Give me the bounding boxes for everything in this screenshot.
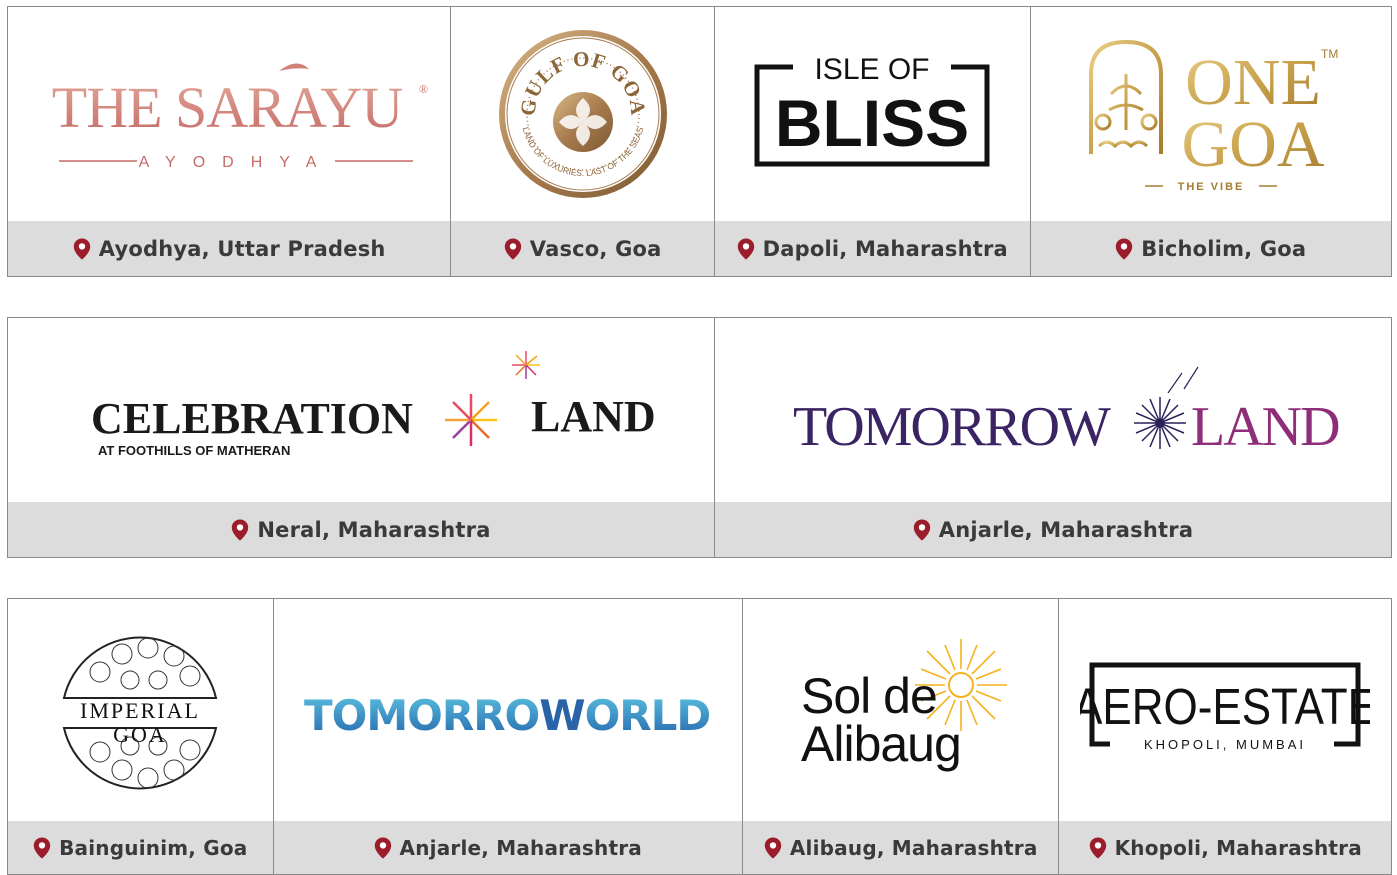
location-pin-icon — [737, 238, 755, 260]
logo-tomorrow-land: TOMORROW LAND — [715, 318, 1391, 502]
project-card-one-goa[interactable]: ONE TM GOA THE VIBE Bicholim, Goa — [1030, 7, 1392, 276]
location-label: Vasco, Goa — [529, 236, 662, 261]
project-row-2: CELEBRATION LAND AT FOOTHILLS OF MATHERA… — [7, 317, 1392, 558]
svg-text:®: ® — [419, 82, 428, 96]
svg-text:THE VIBE: THE VIBE — [1177, 181, 1244, 193]
svg-text:KHOPOLI, MUMBAI: KHOPOLI, MUMBAI — [1144, 737, 1306, 752]
logo-imperial-goa: IMPERIAL GOA — [8, 599, 273, 821]
svg-text:Alibaug: Alibaug — [801, 716, 961, 772]
svg-text:BLISS: BLISS — [775, 86, 969, 160]
logo-the-sarayu: THE SARAYU ® AYODHYA — [8, 7, 450, 221]
project-card-tomorroworld[interactable]: TOMORROWORLD Anjarle, Maharashtra — [273, 599, 743, 874]
location-label: Bainguinim, Goa — [59, 835, 248, 860]
svg-text:GOA: GOA — [113, 722, 167, 747]
project-card-the-sarayu[interactable]: THE SARAYU ® AYODHYA Ayodhya, Uttar Prad… — [8, 7, 452, 276]
location-label: Anjarle, Maharashtra — [399, 835, 642, 860]
logo-celebration-land: CELEBRATION LAND AT FOOTHILLS OF MATHERA… — [8, 318, 714, 502]
svg-text:LAND: LAND — [1191, 396, 1339, 458]
location-bar: Anjarle, Maharashtra — [273, 821, 742, 874]
logo-tomorroworld: TOMORROWORLD — [274, 599, 742, 821]
logo-gulf-of-goa: GULF OF GOA LAND OF LUXURIES. LAST OF TH… — [451, 7, 714, 221]
location-label: Alibaug, Maharashtra — [789, 835, 1038, 860]
location-pin-icon — [374, 837, 392, 859]
project-card-gulf-of-goa[interactable]: GULF OF GOA LAND OF LUXURIES. LAST OF TH… — [451, 7, 715, 276]
location-pin-icon — [764, 837, 782, 859]
svg-text:TOMORROW: TOMORROW — [793, 396, 1111, 458]
location-label: Ayodhya, Uttar Pradesh — [98, 236, 386, 261]
location-pin-icon — [504, 238, 522, 260]
project-row-3: IMPERIAL GOA Bainguinim, Goa TOMORROWORL… — [7, 598, 1392, 875]
location-bar: Vasco, Goa — [451, 221, 714, 276]
location-bar: Neral, Maharashtra — [8, 502, 714, 557]
logo-aero-estate: AERO-ESTATE KHOPOLI, MUMBAI — [1059, 599, 1391, 821]
location-pin-icon — [913, 519, 931, 541]
svg-text:LAND: LAND — [531, 392, 656, 441]
svg-text:IMPERIAL: IMPERIAL — [80, 698, 200, 723]
location-pin-icon — [231, 519, 249, 541]
project-card-aero-estate[interactable]: AERO-ESTATE KHOPOLI, MUMBAI Khopoli, Mah… — [1059, 599, 1391, 874]
location-bar: Bainguinim, Goa — [8, 821, 273, 874]
logo-isle-of-bliss: ISLE OF BLISS — [715, 7, 1030, 221]
location-bar: Ayodhya, Uttar Pradesh — [8, 221, 451, 276]
svg-text:TOMORROWORLD: TOMORROWORLD — [304, 691, 710, 740]
location-pin-icon — [1089, 837, 1107, 859]
location-pin-icon — [1115, 238, 1133, 260]
location-pin-icon — [73, 238, 91, 260]
logo-text: THE SARAYU — [52, 75, 403, 140]
location-bar: Anjarle, Maharashtra — [714, 502, 1391, 557]
svg-text:GOA: GOA — [1181, 108, 1324, 181]
svg-text:AERO-ESTATE: AERO-ESTATE — [1080, 679, 1370, 736]
location-bar: Bicholim, Goa — [1030, 221, 1392, 276]
location-bar: Khopoli, Maharashtra — [1059, 821, 1391, 874]
location-label: Neral, Maharashtra — [257, 517, 491, 542]
svg-text:TM: TM — [1321, 47, 1338, 61]
logo-one-goa: ONE TM GOA THE VIBE — [1031, 7, 1391, 221]
svg-text:AT FOOTHILLS OF MATHERAN: AT FOOTHILLS OF MATHERAN — [98, 443, 290, 458]
svg-text:ISLE OF: ISLE OF — [815, 53, 930, 86]
project-card-imperial-goa[interactable]: IMPERIAL GOA Bainguinim, Goa — [8, 599, 274, 874]
location-label: Anjarle, Maharashtra — [938, 517, 1194, 542]
svg-text:CELEBRATION: CELEBRATION — [91, 394, 413, 443]
location-bar: Dapoli, Maharashtra — [714, 221, 1030, 276]
project-card-tomorrow-land[interactable]: TOMORROW LAND Anjarle, Maharashtra — [714, 318, 1391, 557]
location-label: Dapoli, Maharashtra — [762, 236, 1008, 261]
location-label: Khopoli, Maharashtra — [1114, 835, 1362, 860]
location-pin-icon — [33, 837, 51, 859]
location-bar: Alibaug, Maharashtra — [742, 821, 1059, 874]
project-card-celebration-land[interactable]: CELEBRATION LAND AT FOOTHILLS OF MATHERA… — [8, 318, 715, 557]
logo-sol-de-alibaug: Sol de Alibaug — [743, 599, 1059, 821]
location-label: Bicholim, Goa — [1141, 236, 1307, 261]
project-card-isle-of-bliss[interactable]: ISLE OF BLISS Dapoli, Maharashtra — [714, 7, 1031, 276]
project-card-sol-de-alibaug[interactable]: Sol de Alibaug Alibaug, Maharashtra — [742, 599, 1060, 874]
logo-tagline: AYODHYA — [139, 154, 334, 171]
project-row-1: THE SARAYU ® AYODHYA Ayodhya, Uttar Prad… — [7, 6, 1392, 277]
